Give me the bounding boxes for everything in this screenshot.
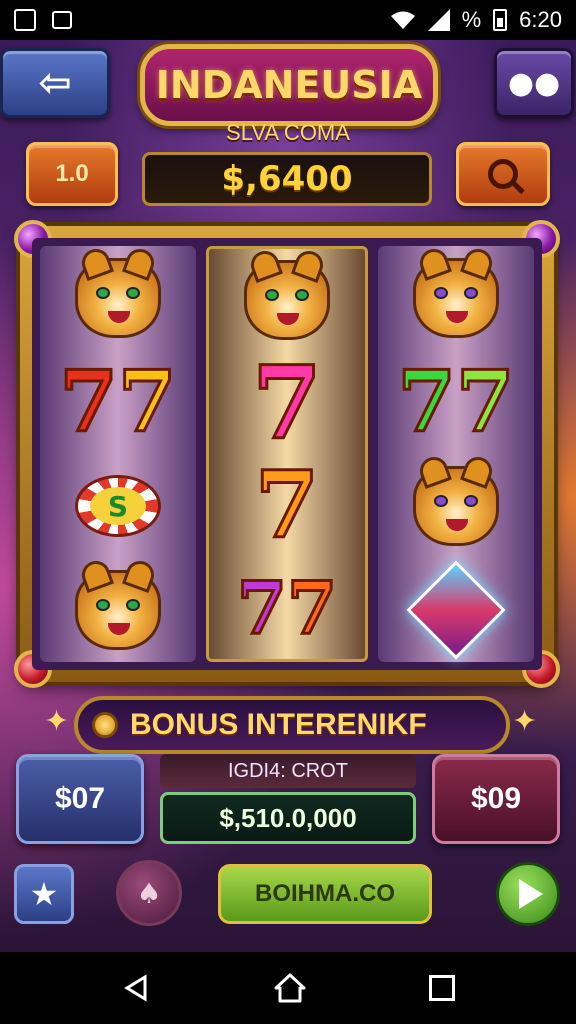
game-title: INDANEUSIA <box>155 63 423 107</box>
star-icon: ★ <box>29 875 59 913</box>
seven-yellow-icon: 7 <box>116 352 177 451</box>
navigation-bar <box>0 952 576 1024</box>
seven-green-icon: 7 <box>396 352 457 451</box>
right-value: $09 <box>470 782 522 815</box>
spade-icon: ♠ <box>136 876 162 910</box>
left-value: $07 <box>54 782 106 815</box>
play-icon <box>519 879 543 909</box>
seven-pink-icon: 7 <box>251 343 324 462</box>
nav-recent-icon[interactable] <box>429 975 455 1001</box>
tiger-symbol <box>396 250 516 346</box>
seven-purple-icon: 7 <box>235 564 288 650</box>
notification-icon <box>14 9 36 31</box>
win-label: IGDI4: CROT <box>160 754 416 788</box>
reel-1: 77 S <box>40 246 196 662</box>
status-bar: % 6:20 <box>0 0 576 40</box>
wifi-icon <box>390 11 415 29</box>
seven-red-icon: 7 <box>58 352 119 451</box>
reels-area: 77 S 7 7 7 7 7 7 <box>32 238 542 670</box>
seven-symbol: 7 <box>227 457 347 553</box>
search-icon <box>488 159 518 189</box>
battery-percent: % <box>461 7 482 32</box>
bonus-label: BONUS INTERENIKF <box>130 708 427 741</box>
win-value-display: $,510.0,000 <box>160 792 416 844</box>
seven-symbol: 77 <box>396 354 516 450</box>
seven-symbol: 77 <box>58 354 178 450</box>
tiger-icon <box>244 260 330 341</box>
tiger-icon <box>413 258 499 338</box>
spin-button[interactable]: BOIHMA.CO <box>218 864 432 924</box>
balance-display: $,6400 <box>142 152 432 206</box>
chip-symbol: S <box>58 458 178 554</box>
search-button[interactable] <box>456 142 550 206</box>
reel-2: 7 7 77 <box>206 246 368 662</box>
tiger-symbol <box>227 252 347 348</box>
favorite-button[interactable]: ★ <box>14 864 74 924</box>
seven-symbol: 7 <box>227 343 347 462</box>
tiger-symbol <box>396 458 516 554</box>
bet-button[interactable]: 1.0 <box>26 142 118 206</box>
play-button[interactable] <box>496 862 560 926</box>
game-screen: ⇦ INDANEUSIA ●● SLVA COMA 1.0 $,6400 77 <box>0 40 576 952</box>
left-value-box[interactable]: $07 <box>16 754 144 844</box>
settings-button[interactable]: ♠ <box>116 860 182 926</box>
win-value: $,510.0,000 <box>219 802 357 833</box>
paw-icon: ●● <box>507 65 561 101</box>
slot-machine: 77 S 7 7 7 7 7 7 <box>14 220 560 688</box>
seven-lime-icon: 7 <box>454 352 515 451</box>
menu-button[interactable]: ●● <box>494 48 574 118</box>
chip-icon: S <box>75 475 161 537</box>
tiger-symbol <box>58 250 178 346</box>
bonus-banner[interactable]: BONUS INTERENIKF <box>74 696 510 754</box>
tiger-icon <box>75 258 161 338</box>
nav-back-icon[interactable] <box>121 973 151 1003</box>
win-label-text: IGDI4: CROT <box>227 759 348 782</box>
screen-icon <box>52 11 72 29</box>
diamond-symbol <box>396 560 516 660</box>
bottom-controls: ★ ♠ BOIHMA.CO <box>0 860 576 940</box>
back-button[interactable]: ⇦ <box>0 48 110 118</box>
battery-icon <box>493 9 508 31</box>
diamond-icon <box>406 560 506 660</box>
nav-home-icon[interactable] <box>273 971 307 1005</box>
balance-value: $,6400 <box>221 159 353 199</box>
coin-icon <box>92 712 118 738</box>
seven-symbol: 77 <box>227 560 347 656</box>
game-logo: INDANEUSIA <box>140 44 438 126</box>
spin-label: BOIHMA.CO <box>255 880 395 907</box>
tiger-icon <box>75 570 161 650</box>
signal-icon <box>427 9 450 31</box>
status-time: 6:20 <box>519 7 562 32</box>
sparkle-icon: ✦ <box>44 704 70 739</box>
right-value-box[interactable]: $09 <box>432 754 560 844</box>
sparkle-icon: ✦ <box>512 704 538 739</box>
seven-flame-icon: 7 <box>285 564 338 650</box>
reel-3: 77 <box>378 246 534 662</box>
bet-value: 1.0 <box>55 160 89 187</box>
arrow-left-icon: ⇦ <box>38 60 72 106</box>
seven-orange-icon: 7 <box>253 451 320 560</box>
tiger-symbol <box>58 562 178 658</box>
tiger-icon <box>413 466 499 546</box>
chip-letter: S <box>90 487 146 525</box>
